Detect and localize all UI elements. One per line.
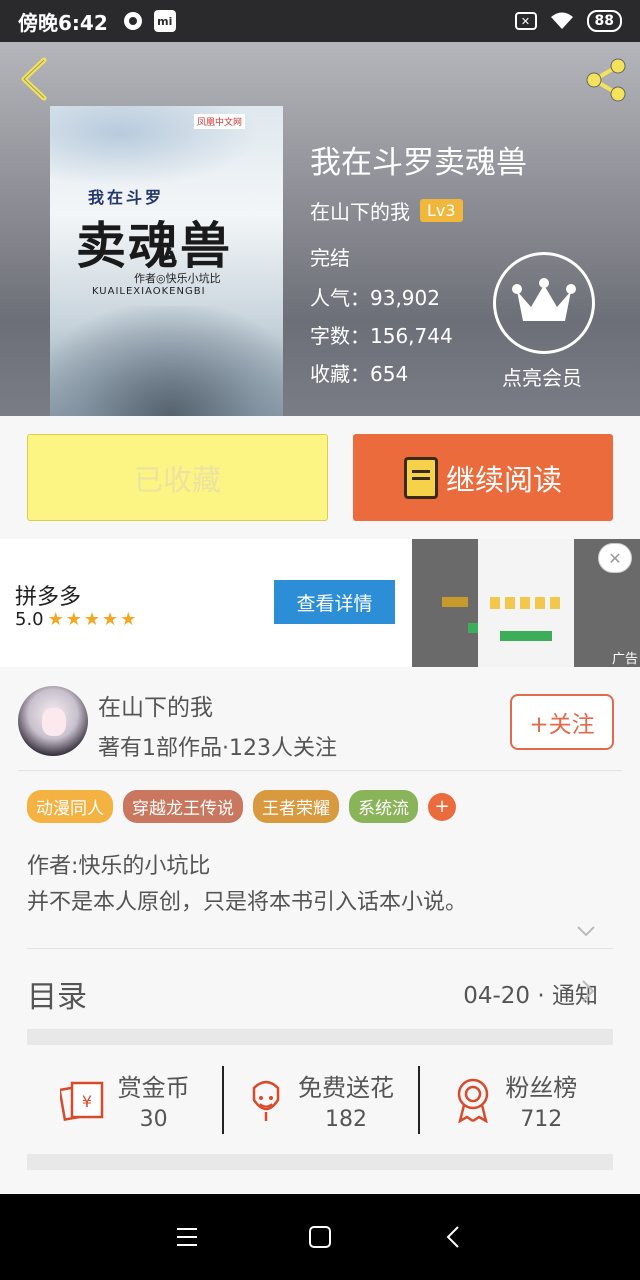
continue-reading-button[interactable]: 继续阅读	[353, 434, 613, 521]
cover-mist-top	[50, 106, 283, 196]
stat-label: 免费送花	[297, 1074, 394, 1102]
book-author-row[interactable]: 在山下的我 Lv3	[310, 196, 463, 225]
author-card-name[interactable]: 在山下的我	[98, 688, 213, 722]
ad-banner[interactable]: 拼多多 5.0 ★★★★★ 查看详情 ✕ 广告	[0, 539, 640, 667]
share-icon[interactable]	[582, 56, 630, 104]
cover-title: 卖魂兽	[76, 216, 232, 275]
stat-fan-ranking[interactable]: 粉丝榜 712	[417, 1060, 613, 1140]
book-word-count: 字数：156,744	[310, 324, 453, 348]
section-separator	[27, 1154, 613, 1170]
stat-value: 182	[324, 1107, 367, 1132]
notification-icon	[123, 12, 142, 30]
ad-details-button[interactable]: 查看详情	[274, 580, 395, 624]
author-card-desc: 著有1部作品·123人关注	[98, 736, 337, 761]
collected-button[interactable]: 已收藏	[27, 434, 328, 521]
author-level-badge: Lv3	[420, 199, 463, 222]
section-separator	[27, 1029, 613, 1045]
status-time: 傍晚6:42	[18, 10, 108, 35]
book-status: 完结	[310, 246, 350, 270]
stat-label: 赏金币	[117, 1074, 190, 1102]
ad-image[interactable]: ✕ 广告	[412, 539, 640, 667]
tag-chip[interactable]: 穿越龙王传说	[123, 790, 243, 823]
author-avatar[interactable]	[18, 686, 88, 756]
collected-label: 已收藏	[133, 462, 221, 497]
tag-chip[interactable]: 王者荣耀	[253, 790, 339, 823]
stat-value: 712	[520, 1107, 563, 1132]
cover-pinyin: KUAILEXIAOKENGBI	[92, 286, 206, 297]
no-sim-icon: ✕	[514, 12, 537, 30]
star-icons: ★★★★★	[47, 609, 139, 630]
vip-label[interactable]: 点亮会员	[502, 362, 582, 391]
cover-publisher: 凤凰中文网	[193, 114, 245, 129]
tag-chip[interactable]: 动漫同人	[27, 790, 113, 823]
book-favorites: 收藏：654	[310, 362, 409, 386]
stats-row: ¥ 赏金币 30 免费送花 182 粉丝榜 712	[27, 1060, 613, 1140]
ad-label: 广告	[611, 652, 638, 667]
wifi-icon	[550, 12, 573, 29]
book-title: 我在斗罗卖魂兽	[310, 145, 527, 181]
follow-button[interactable]: +关注	[510, 694, 614, 750]
tag-list: 动漫同人 穿越龙王传说 王者荣耀 系统流 +	[27, 790, 456, 823]
book-cover[interactable]: 凤凰中文网 我在斗罗 卖魂兽 作者◎快乐小坑比 KUAILEXIAOKENGBI	[50, 106, 283, 416]
ad-rating: 5.0 ★★★★★	[15, 609, 138, 630]
book-icon	[403, 456, 438, 499]
book-popularity: 人气：93,902	[310, 286, 440, 310]
svg-text:¥: ¥	[82, 1092, 92, 1111]
ad-app-name: 拼多多	[15, 585, 82, 610]
red-envelope-icon: ¥	[59, 1081, 103, 1121]
vip-button[interactable]	[493, 252, 595, 354]
stat-free-flowers[interactable]: 免费送花 182	[222, 1060, 417, 1140]
cover-mist-bottom	[50, 306, 283, 416]
book-author[interactable]: 在山下的我	[310, 196, 410, 225]
continue-reading-label: 继续阅读	[445, 462, 562, 497]
back-icon[interactable]	[433, 1217, 473, 1257]
toc-update[interactable]: 04-20 · 通知	[463, 976, 598, 1010]
crown-icon	[512, 278, 576, 321]
tag-chip[interactable]: 系统流	[349, 790, 418, 823]
system-nav-bar	[0, 1194, 640, 1280]
stat-value: 30	[139, 1107, 168, 1132]
cover-subtitle: 我在斗罗	[88, 188, 165, 207]
ad-image-block	[442, 597, 468, 607]
ad-close-icon[interactable]: ✕	[598, 543, 632, 573]
status-bar: 傍晚6:42 mi ✕ 88	[0, 0, 640, 42]
chevron-down-icon[interactable]	[575, 920, 597, 942]
divider	[18, 770, 622, 771]
battery-indicator: 88	[586, 10, 622, 32]
medal-icon	[458, 1078, 489, 1123]
home-icon[interactable]	[300, 1217, 340, 1257]
ad-image-dots	[490, 597, 562, 609]
ad-image-block	[468, 623, 478, 633]
cover-author: 作者◎快乐小坑比	[134, 272, 221, 285]
flower-icon	[252, 1080, 280, 1121]
back-arrow-icon[interactable]	[16, 56, 52, 102]
chevron-right-icon[interactable]	[580, 978, 596, 1004]
toc-title[interactable]: 目录	[27, 972, 87, 1016]
stat-reward-coins[interactable]: ¥ 赏金币 30	[27, 1060, 222, 1140]
book-header: 凤凰中文网 我在斗罗 卖魂兽 作者◎快乐小坑比 KUAILEXIAOKENGBI…	[0, 42, 640, 416]
ad-rating-value: 5.0	[15, 609, 44, 630]
avatar-face	[42, 708, 66, 736]
ad-image-button	[500, 631, 552, 641]
divider	[27, 948, 613, 949]
add-tag-button[interactable]: +	[428, 792, 456, 821]
intro-line-1: 作者:快乐的小坑比	[27, 854, 211, 879]
book-details: 在山下的我 著有1部作品·123人关注 +关注 动漫同人 穿越龙王传说 王者荣耀…	[0, 676, 640, 1194]
mi-app-icon: mi	[153, 10, 176, 32]
stat-label: 粉丝榜	[505, 1074, 578, 1102]
intro-line-2: 并不是本人原创，只是将本书引入话本小说。	[27, 890, 468, 915]
menu-icon[interactable]	[167, 1217, 207, 1257]
